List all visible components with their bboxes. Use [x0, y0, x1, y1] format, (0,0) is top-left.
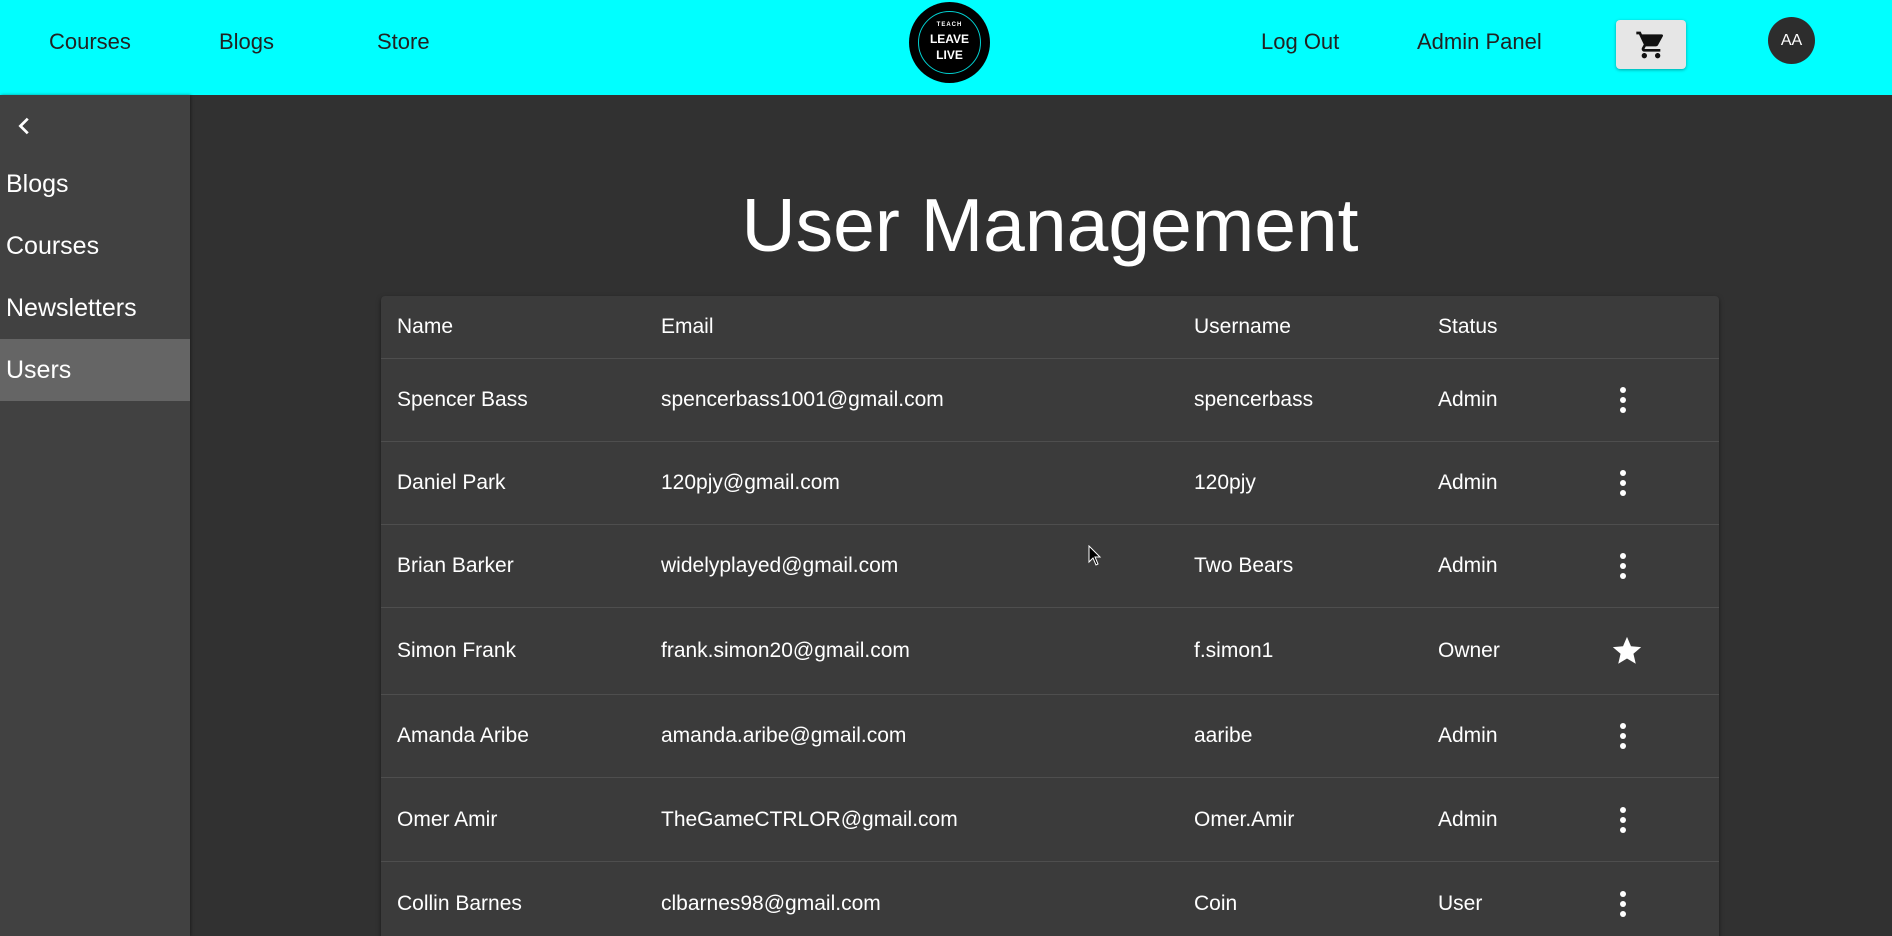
- column-header-status[interactable]: Status: [1438, 296, 1498, 358]
- user-name: Spencer Bass: [397, 388, 528, 411]
- nav-store-link[interactable]: Store: [377, 0, 430, 84]
- cart-button[interactable]: [1616, 20, 1686, 69]
- sidebar-item-newsletters[interactable]: Newsletters: [0, 277, 190, 339]
- sidebar-item-blogs[interactable]: Blogs: [0, 153, 190, 215]
- sidebar-collapse-button[interactable]: [10, 111, 40, 141]
- table-row[interactable]: Collin Barnes clbarnes98@gmail.com Coin …: [381, 862, 1719, 936]
- admin-sidebar: Blogs Courses Newsletters Users: [0, 95, 190, 936]
- user-name: Omer Amir: [397, 807, 498, 831]
- column-header-email[interactable]: Email: [661, 296, 714, 358]
- user-status: Admin: [1438, 471, 1498, 494]
- table-row[interactable]: Omer Amir TheGameCTRLOR@gmail.com Omer.A…: [381, 778, 1719, 862]
- sidebar-item-courses[interactable]: Courses: [0, 215, 190, 277]
- user-email: clbarnes98@gmail.com: [661, 891, 881, 915]
- user-username: 120pjy: [1194, 471, 1256, 494]
- user-name: Amanda Aribe: [397, 724, 529, 747]
- user-avatar[interactable]: AA: [1768, 17, 1815, 64]
- more-vertical-icon: [1620, 806, 1626, 833]
- user-email: 120pjy@gmail.com: [661, 471, 840, 494]
- nav-blogs-link[interactable]: Blogs: [219, 0, 274, 84]
- table-row[interactable]: Spencer Bass spencerbass1001@gmail.com s…: [381, 359, 1719, 442]
- table-header-row: Name Email Username Status: [381, 296, 1719, 359]
- user-username: aaribe: [1194, 724, 1253, 747]
- column-header-name[interactable]: Name: [397, 296, 453, 358]
- user-status: Owner: [1438, 639, 1500, 662]
- page-title: User Management: [741, 183, 1359, 267]
- user-name: Simon Frank: [397, 639, 517, 662]
- user-email: widelyplayed@gmail.com: [661, 554, 899, 577]
- mouse-pointer-icon: [1088, 545, 1102, 566]
- shopping-cart-icon: [1636, 31, 1664, 58]
- owner-star: [1607, 608, 1647, 694]
- more-vertical-icon: [1620, 890, 1626, 917]
- user-status: User: [1438, 891, 1483, 915]
- users-table: Name Email Username Status Spencer Bass …: [381, 296, 1719, 936]
- table-row[interactable]: Brian Barker widelyplayed@gmail.com Two …: [381, 525, 1719, 608]
- more-vertical-icon: [1620, 387, 1626, 413]
- more-vertical-icon: [1620, 470, 1626, 496]
- row-actions-button[interactable]: [1603, 442, 1643, 524]
- logo-text-line2: LIVE: [936, 48, 963, 62]
- user-name: Brian Barker: [397, 554, 514, 577]
- more-vertical-icon: [1620, 723, 1626, 749]
- admin-panel-link[interactable]: Admin Panel: [1417, 0, 1542, 84]
- logo-text-small: TEACH: [936, 22, 963, 28]
- user-status: Admin: [1438, 724, 1498, 747]
- user-email: amanda.aribe@gmail.com: [661, 724, 907, 747]
- top-app-bar: Courses Blogs Store TEACH LEAVE LIVE Log…: [0, 0, 1892, 95]
- table-row[interactable]: Daniel Park 120pjy@gmail.com 120pjy Admi…: [381, 442, 1719, 525]
- chevron-left-icon: [18, 117, 29, 135]
- user-email: TheGameCTRLOR@gmail.com: [661, 807, 958, 831]
- row-actions-button[interactable]: [1603, 359, 1643, 441]
- user-username: Coin: [1194, 891, 1238, 915]
- user-email: spencerbass1001@gmail.com: [661, 388, 944, 411]
- user-username: spencerbass: [1194, 388, 1314, 411]
- logo-text-line1: LEAVE: [929, 32, 970, 46]
- log-out-link[interactable]: Log Out: [1261, 0, 1339, 84]
- user-username: Omer.Amir: [1194, 807, 1295, 831]
- user-username: Two Bears: [1194, 554, 1294, 577]
- row-actions-button[interactable]: [1603, 778, 1643, 861]
- user-status: Admin: [1438, 554, 1498, 577]
- table-row[interactable]: Simon Frank frank.simon20@gmail.com f.si…: [381, 608, 1719, 695]
- user-email: frank.simon20@gmail.com: [661, 639, 910, 662]
- column-header-username[interactable]: Username: [1194, 296, 1291, 358]
- user-username: f.simon1: [1194, 639, 1274, 662]
- star-icon: [1612, 636, 1642, 664]
- row-actions-button[interactable]: [1603, 525, 1643, 607]
- user-status: Admin: [1438, 807, 1498, 831]
- row-actions-button[interactable]: [1603, 862, 1643, 936]
- nav-courses-link[interactable]: Courses: [49, 0, 131, 84]
- user-status: Admin: [1438, 388, 1498, 411]
- site-logo[interactable]: TEACH LEAVE LIVE: [909, 2, 990, 83]
- user-name: Daniel Park: [397, 471, 506, 494]
- more-vertical-icon: [1620, 553, 1626, 579]
- user-name: Collin Barnes: [397, 891, 522, 915]
- table-row[interactable]: Amanda Aribe amanda.aribe@gmail.com aari…: [381, 695, 1719, 778]
- row-actions-button[interactable]: [1603, 695, 1643, 777]
- sidebar-item-users[interactable]: Users: [0, 339, 190, 401]
